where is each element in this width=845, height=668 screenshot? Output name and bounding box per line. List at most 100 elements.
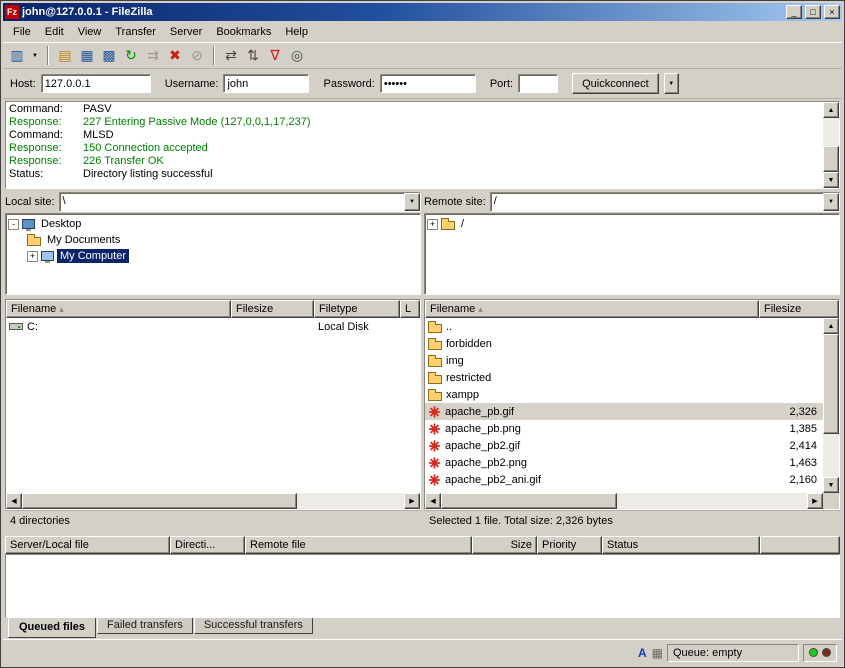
expand-icon[interactable]: + xyxy=(427,219,438,230)
tab-failed-transfers[interactable]: Failed transfers xyxy=(97,618,193,634)
tree-item-label[interactable]: My Computer xyxy=(57,249,129,263)
remote-file-row[interactable]: restricted xyxy=(425,369,823,386)
local-file-row[interactable]: C: Local Disk xyxy=(6,318,420,335)
scroll-up-icon[interactable] xyxy=(823,318,839,334)
tab-successful-transfers[interactable]: Successful transfers xyxy=(194,618,313,634)
desktop-icon xyxy=(22,219,35,229)
cancel-icon[interactable]: ✖ xyxy=(165,46,185,66)
scroll-down-icon[interactable] xyxy=(823,172,839,188)
remote-site-value[interactable]: / xyxy=(491,193,823,211)
column-header-priority[interactable]: Priority xyxy=(537,536,602,554)
disconnect-icon[interactable]: ⊘ xyxy=(187,46,207,66)
close-button[interactable]: × xyxy=(824,5,840,19)
column-header-filename[interactable]: Filename xyxy=(6,300,231,318)
column-header-filesize[interactable]: Filesize xyxy=(231,300,314,318)
scroll-track[interactable] xyxy=(823,334,839,477)
remote-file-row[interactable]: apache_pb.png 1,385 xyxy=(425,420,823,437)
column-header-size[interactable]: Size xyxy=(472,536,537,554)
column-header-remote-file[interactable]: Remote file xyxy=(245,536,472,554)
remote-list-body[interactable]: .. forbidden img restricted xyxy=(425,318,823,493)
column-header-filesize[interactable]: Filesize xyxy=(759,300,839,318)
tree-item-label[interactable]: My Documents xyxy=(44,233,123,247)
username-input[interactable] xyxy=(223,74,309,93)
column-header-lastmodified[interactable]: L xyxy=(400,300,420,318)
scroll-thumb[interactable] xyxy=(22,493,297,509)
scroll-track[interactable] xyxy=(823,118,839,172)
column-header-filetype[interactable]: Filetype xyxy=(314,300,400,318)
column-header-filename[interactable]: Filename xyxy=(425,300,759,318)
scroll-right-icon[interactable] xyxy=(807,493,823,509)
remote-file-row[interactable]: xampp xyxy=(425,386,823,403)
site-manager-icon[interactable]: ▥ xyxy=(7,46,27,66)
remote-file-row[interactable]: apache_pb2.gif 2,414 xyxy=(425,437,823,454)
scroll-thumb[interactable] xyxy=(823,146,839,172)
menu-view[interactable]: View xyxy=(71,23,109,41)
local-h-scrollbar[interactable] xyxy=(6,493,420,509)
column-label: Filename xyxy=(430,303,475,315)
collapse-icon[interactable]: - xyxy=(8,219,19,230)
scroll-left-icon[interactable] xyxy=(6,493,22,509)
remote-tree[interactable]: + / xyxy=(424,213,840,295)
tab-queued-files[interactable]: Queued files xyxy=(8,618,96,638)
local-list-body[interactable]: C: Local Disk xyxy=(6,318,420,493)
scroll-thumb[interactable] xyxy=(823,334,839,434)
scroll-track[interactable] xyxy=(22,493,404,509)
toggle-remote-tree-icon[interactable]: ▩ xyxy=(99,46,119,66)
remote-file-row-selected[interactable]: apache_pb.gif 2,326 xyxy=(425,403,823,420)
toggle-log-icon[interactable]: ▤ xyxy=(55,46,75,66)
log-scrollbar[interactable] xyxy=(823,102,839,188)
process-queue-icon[interactable]: ⇉ xyxy=(143,46,163,66)
scroll-left-icon[interactable] xyxy=(425,493,441,509)
password-input[interactable] xyxy=(380,74,476,93)
port-input[interactable] xyxy=(518,74,558,93)
toggle-local-tree-icon[interactable]: ▦ xyxy=(77,46,97,66)
menu-server[interactable]: Server xyxy=(163,23,209,41)
sync-browsing-icon[interactable]: ⇅ xyxy=(243,46,263,66)
refresh-icon[interactable]: ↻ xyxy=(121,46,141,66)
remote-file-row[interactable]: apache_pb2_ani.gif 2,160 xyxy=(425,471,823,488)
expand-icon[interactable]: + xyxy=(27,251,38,262)
maximize-button[interactable]: □ xyxy=(805,5,821,19)
remote-h-scrollbar[interactable] xyxy=(425,493,839,509)
chevron-down-icon[interactable] xyxy=(404,193,420,211)
column-header-direction[interactable]: Directi... xyxy=(170,536,245,554)
menu-file[interactable]: File xyxy=(6,23,38,41)
scroll-right-icon[interactable] xyxy=(404,493,420,509)
host-input[interactable] xyxy=(41,74,151,93)
tree-item-root[interactable]: + / xyxy=(427,216,837,232)
scroll-up-icon[interactable] xyxy=(823,102,839,118)
remote-v-scrollbar[interactable] xyxy=(823,318,839,493)
site-manager-dropdown-icon[interactable] xyxy=(29,46,41,66)
chevron-down-icon[interactable] xyxy=(823,193,839,211)
directory-comparison-icon[interactable]: ⇄ xyxy=(221,46,241,66)
menu-help[interactable]: Help xyxy=(278,23,315,41)
scroll-thumb[interactable] xyxy=(441,493,617,509)
column-header-server-local-file[interactable]: Server/Local file xyxy=(5,536,170,554)
minimize-button[interactable]: _ xyxy=(786,5,802,19)
menu-edit[interactable]: Edit xyxy=(38,23,71,41)
remote-file-row[interactable]: apache_pb2.png 1,463 xyxy=(425,454,823,471)
tree-item-desktop[interactable]: - Desktop xyxy=(8,216,418,232)
local-site-value[interactable]: \ xyxy=(60,193,404,211)
local-tree[interactable]: - Desktop My Documents + My Computer xyxy=(5,213,421,295)
tree-item-label[interactable]: / xyxy=(458,217,467,231)
tree-item-label[interactable]: Desktop xyxy=(38,217,84,231)
remote-file-row[interactable]: img xyxy=(425,352,823,369)
column-header-status[interactable]: Status xyxy=(602,536,760,554)
quickconnect-button[interactable]: Quickconnect xyxy=(572,73,659,94)
remote-file-row[interactable]: .. xyxy=(425,318,823,335)
remote-file-row[interactable]: forbidden xyxy=(425,335,823,352)
tree-item-my-computer[interactable]: + My Computer xyxy=(8,248,418,264)
menu-transfer[interactable]: Transfer xyxy=(108,23,163,41)
scroll-down-icon[interactable] xyxy=(823,477,839,493)
app-icon[interactable]: Fz xyxy=(5,5,19,19)
quickconnect-dropdown-icon[interactable] xyxy=(664,73,679,94)
filter-icon[interactable]: ∇ xyxy=(265,46,285,66)
menu-bookmarks[interactable]: Bookmarks xyxy=(209,23,278,41)
local-site-combobox[interactable]: \ xyxy=(59,192,421,212)
queue-list-body[interactable] xyxy=(5,554,840,618)
remote-site-combobox[interactable]: / xyxy=(490,192,840,212)
scroll-track[interactable] xyxy=(441,493,807,509)
search-icon[interactable]: ◎ xyxy=(287,46,307,66)
tree-item-my-documents[interactable]: My Documents xyxy=(8,232,418,248)
